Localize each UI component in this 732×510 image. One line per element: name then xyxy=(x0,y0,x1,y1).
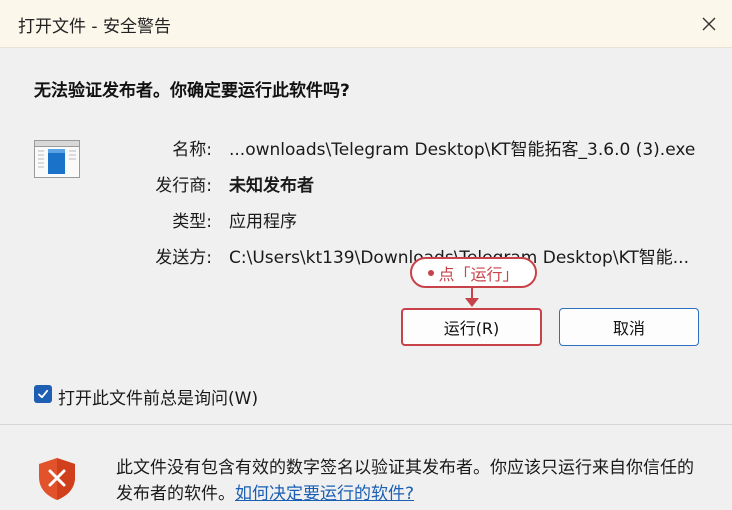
close-icon xyxy=(702,17,716,30)
property-value: 未知发布者 xyxy=(229,176,314,196)
title-bar: 打开文件 - 安全警告 xyxy=(0,0,732,48)
property-value: ...ownloads\Telegram Desktop\KT智能拓客_3.6.… xyxy=(229,140,696,160)
callout-dot xyxy=(428,269,435,276)
property-row-type: 类型: 应用程序 xyxy=(0,204,732,232)
run-button[interactable]: 运行(R) xyxy=(401,308,542,346)
property-row-from: 发送方: C:\Users\kt139\Downloads\Telegram D… xyxy=(0,240,732,268)
property-label: 名称: xyxy=(172,140,212,160)
shield-warning-icon xyxy=(39,458,75,500)
cancel-button[interactable]: 取消 xyxy=(559,308,699,346)
checkmark-icon xyxy=(38,389,49,399)
property-label: 发行商: xyxy=(155,176,212,196)
property-label: 发送方: xyxy=(155,248,212,268)
property-row-name: 名称: ...ownloads\Telegram Desktop\KT智能拓客_… xyxy=(0,132,732,160)
always-ask-label[interactable]: 打开此文件前总是询问(W) xyxy=(58,384,258,409)
warning-message: 此文件没有包含有效的数字签名以验证其发布者。你应该只运行来自你信任的发布者的软件… xyxy=(116,455,706,507)
property-label: 类型: xyxy=(172,212,212,232)
property-row-publisher: 发行商: 未知发布者 xyxy=(0,168,732,196)
warning-footer: 此文件没有包含有效的数字签名以验证其发布者。你应该只运行来自你信任的发布者的软件… xyxy=(0,425,732,510)
dialog-question: 无法验证发布者。你确定要运行此软件吗? xyxy=(34,81,350,101)
property-value: 应用程序 xyxy=(229,212,297,232)
close-button[interactable] xyxy=(686,0,732,47)
help-link[interactable]: 如何决定要运行的软件? xyxy=(235,484,414,504)
window-title: 打开文件 - 安全警告 xyxy=(18,17,171,37)
callout-text: 点「运行」 xyxy=(438,264,519,284)
callout-arrow-icon xyxy=(465,288,479,307)
annotation-callout: 点「运行」 xyxy=(410,257,537,288)
always-ask-checkbox[interactable] xyxy=(34,385,52,403)
